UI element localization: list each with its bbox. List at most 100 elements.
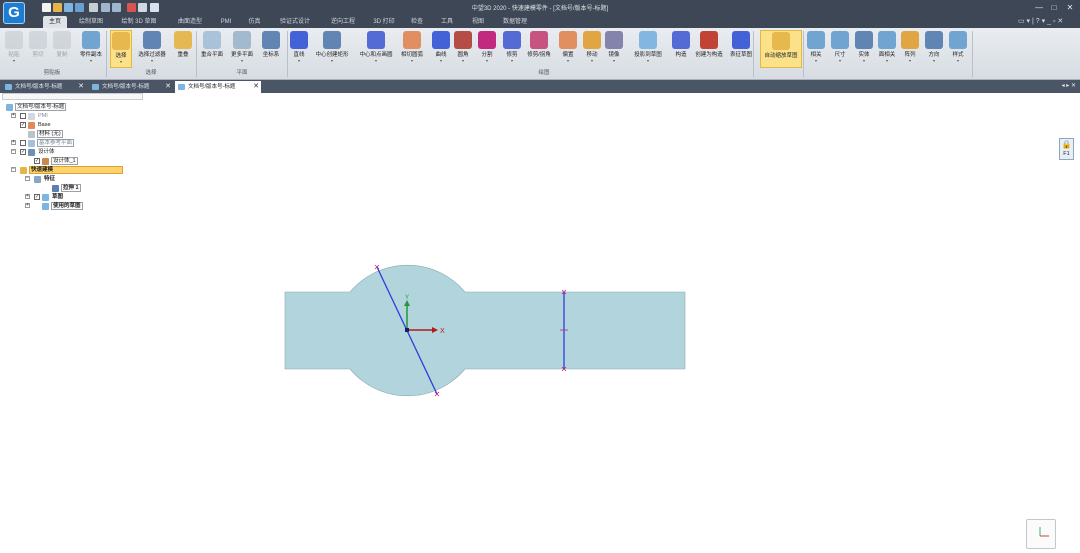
fillet-icon [454,31,472,49]
ribbon-button-32[interactable]: 方向 ▾ [924,30,944,68]
ribbon-button-27[interactable]: 相关 ▾ [806,30,826,68]
chevron-down-icon[interactable]: ▾ [924,59,944,63]
chevron-down-icon[interactable]: ▾ [476,59,498,63]
chevron-down-icon[interactable]: ▾ [876,59,898,63]
view-cube[interactable] [1026,519,1056,549]
ribbon-button-label: 表征草图 [729,52,752,58]
ribbon-button-14[interactable]: 曲线 ▾ [432,30,450,68]
chevron-down-icon[interactable]: ▾ [228,59,256,63]
ribbon-button-26[interactable]: 自动缩放草图 [760,30,802,68]
ribbon-button-1[interactable]: 剪切 [28,30,48,68]
ribbon-button-29[interactable]: 实体 ▾ [854,30,874,68]
chevron-down-icon[interactable]: ▾ [501,59,523,63]
graphics-canvas[interactable]: 文档号/版本号-标题 + PMI ✓ Base 材料 (无) + 基本参考平面 … [0,93,1080,553]
ribbon-tab-5[interactable]: 仿真 [243,16,266,28]
trim-corner-icon [530,31,548,49]
ribbon-button-15[interactable]: 圆角 ▾ [452,30,474,68]
chevron-down-icon[interactable]: ▾ [604,59,624,63]
ribbon-button-3[interactable]: 零件副本 ▾ [76,30,106,68]
ribbon-button-7[interactable]: 重合平面 [198,30,226,68]
chevron-down-icon[interactable]: ▾ [2,59,26,63]
ribbon-button-31[interactable]: 阵列 ▾ [900,30,920,68]
ribbon-tab-4[interactable]: PMI [216,16,236,28]
chevron-down-icon[interactable]: ▾ [134,59,170,63]
ribbon-button-19[interactable]: 偏置 ▾ [556,30,580,68]
maximize-button[interactable]: □ [1047,2,1061,13]
center-rectangle-icon [323,31,341,49]
chevron-down-icon[interactable]: ▾ [628,59,668,63]
part-shape[interactable] [284,264,686,397]
ribbon-button-17[interactable]: 修剪 ▾ [501,30,523,68]
ribbon-tab-8[interactable]: 3D 打印 [368,16,400,28]
sketch-icon [732,31,750,49]
ribbon-button-25[interactable]: 表征草图 [726,30,756,68]
document-tab-label: 文档号/版本号-标题 [188,84,236,90]
ribbon-button-21[interactable]: 镜像 ▾ [604,30,624,68]
chevron-down-icon[interactable]: ▾ [582,59,602,63]
chevron-down-icon[interactable]: ▾ [76,59,106,63]
close-tab-icon[interactable]: ✕ [253,81,259,93]
chevron-down-icon[interactable]: ▾ [829,59,851,63]
ribbon-tab-1[interactable]: 绘制草图 [73,16,109,28]
ribbon-tab-2[interactable]: 绘制 3D 草图 [113,16,165,28]
chevron-down-icon[interactable]: ▾ [556,59,580,63]
ribbon-button-12[interactable]: 中心和点画圆 ▾ [356,30,396,68]
chevron-down-icon[interactable]: ▾ [356,59,396,63]
ribbon-button-20[interactable]: 移动 ▾ [582,30,602,68]
document-tab-2[interactable]: 文档号/版本号-标题 ✕ [175,81,261,93]
ribbon-tab-6[interactable]: 验证式设计 [273,16,317,28]
ribbon-button-22[interactable]: 投影到草图 ▾ [628,30,668,68]
chevron-down-icon[interactable]: ▾ [290,59,308,63]
ribbon-button-0[interactable]: 粘贴 ▾ [2,30,26,68]
ribbon-button-4[interactable]: 选择 ▾ [110,30,132,68]
ribbon-tab-0[interactable]: 主页 [43,16,67,28]
style-icon [949,31,967,49]
ribbon-tab-9[interactable]: 检查 [406,16,428,28]
trim-icon [503,31,521,49]
ribbon-button-23[interactable]: 构造 [670,30,692,68]
split-icon [478,31,496,49]
ribbon-button-8[interactable]: 更多平面 ▾ [228,30,256,68]
ribbon-tab-12[interactable]: 数据管理 [498,16,532,28]
ribbon-button-28[interactable]: 尺寸 ▾ [829,30,851,68]
ribbon-button-18[interactable]: 修剪/拐角 [525,30,553,68]
chevron-down-icon[interactable]: ▾ [111,60,131,64]
ribbon-button-13[interactable]: 相切圆弧 ▾ [398,30,426,68]
chevron-down-icon[interactable]: ▾ [806,59,826,63]
part-profile[interactable] [284,264,686,397]
ribbon-tab-tools[interactable]: ▭ ▾ | ? ▾ _ ▫ ✕ [1018,17,1063,25]
minimize-button[interactable]: — [1032,2,1046,13]
auto-scale-icon [772,32,790,50]
ribbon-button-5[interactable]: 选择过滤器 ▾ [134,30,170,68]
ribbon-button-10[interactable]: 直线 ▾ [290,30,308,68]
close-tab-icon[interactable]: ✕ [165,81,171,93]
document-tab-nav[interactable]: ◂ ▸ ✕ [1062,82,1076,89]
document-tab-1[interactable]: 文档号/版本号-标题 ✕ [89,81,173,93]
ribbon-tab-11[interactable]: 视图 [466,16,490,28]
ribbon-button-30[interactable]: 面相关 ▾ [876,30,898,68]
chevron-down-icon[interactable]: ▾ [310,59,354,63]
ribbon-button-9[interactable]: 坐标系 [259,30,283,68]
close-tab-icon[interactable]: ✕ [78,81,84,93]
ribbon-button-2[interactable]: 复制 [50,30,74,68]
chevron-down-icon[interactable]: ▾ [432,59,450,63]
chevron-down-icon[interactable]: ▾ [854,59,874,63]
document-tab-0[interactable]: 文档号/版本号-标题 ✕ [2,81,86,93]
chevron-down-icon[interactable]: ▾ [398,59,426,63]
ribbon-button-16[interactable]: 分割 ▾ [476,30,498,68]
ribbon-button-11[interactable]: 中心创建矩形 ▾ [310,30,354,68]
ribbon-button-6[interactable]: 重叠 [172,30,194,68]
app-logo[interactable]: G [3,2,25,24]
ribbon-button-33[interactable]: 样式 ▾ [948,30,968,68]
close-button[interactable]: ✕ [1063,2,1077,13]
chevron-down-icon[interactable]: ▾ [900,59,920,63]
chevron-down-icon[interactable]: ▾ [948,59,968,63]
ribbon-tab-3[interactable]: 曲面造型 [170,16,210,28]
ribbon-tab-10[interactable]: 工具 [435,16,459,28]
chevron-down-icon[interactable]: ▾ [452,59,474,63]
ribbon-button-label: 剪切 [32,52,44,58]
ribbon-tab-7[interactable]: 逆向工程 [325,16,361,28]
construct-icon [672,31,690,49]
ribbon-button-24[interactable]: 创建为构造 [694,30,724,68]
sketch-view[interactable]: X Y [0,93,1080,553]
